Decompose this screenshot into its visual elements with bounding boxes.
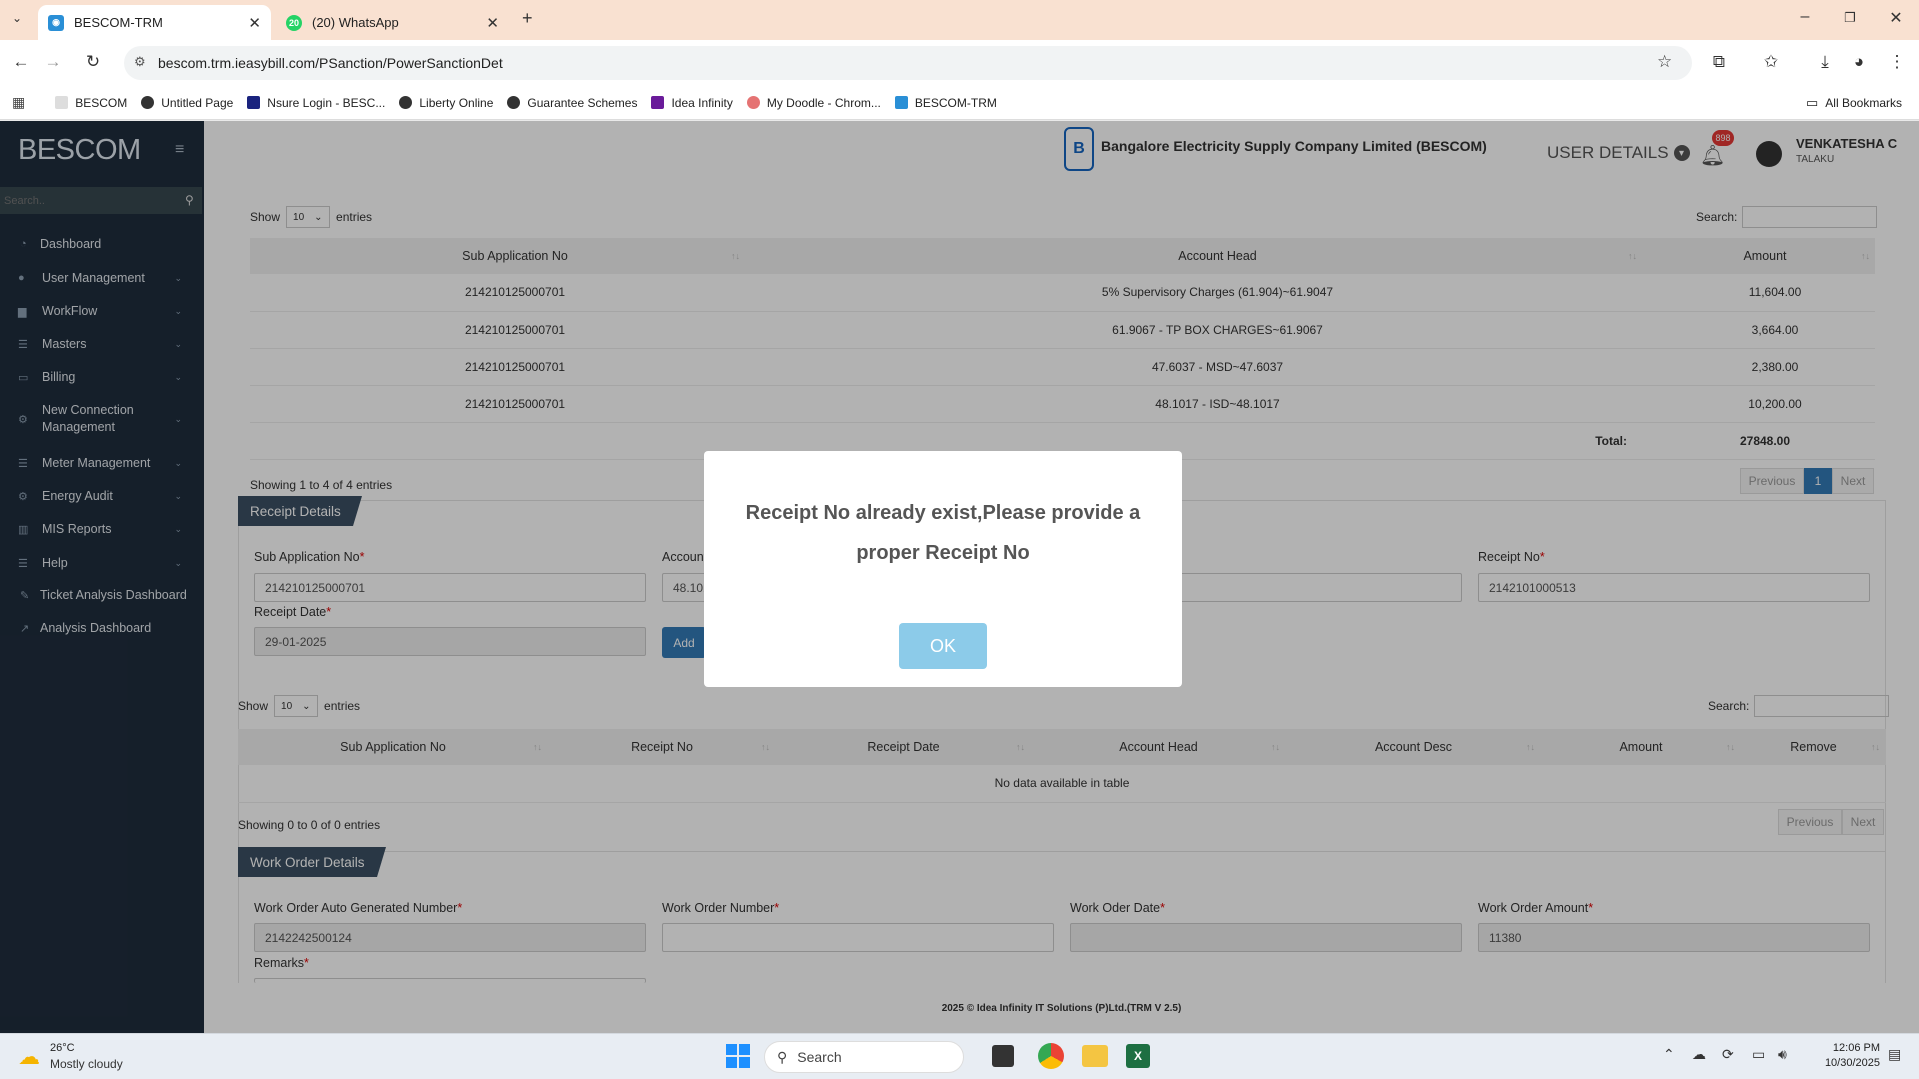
- all-bookmarks[interactable]: ▭ All Bookmarks: [1806, 95, 1902, 111]
- task-view-icon[interactable]: [992, 1045, 1014, 1067]
- network-icon[interactable]: ▭: [1752, 1046, 1765, 1063]
- clock-time: 12:06 PM: [1832, 1042, 1880, 1054]
- globe-icon: [141, 96, 155, 109]
- close-tab-icon[interactable]: ✕: [248, 14, 261, 32]
- close-tab-icon[interactable]: ✕: [486, 14, 499, 32]
- file-explorer-icon[interactable]: [1082, 1045, 1108, 1067]
- nsure-icon: [247, 96, 261, 109]
- globe-icon: [399, 96, 413, 109]
- ok-button[interactable]: OK: [899, 623, 987, 669]
- alert-message: Receipt No already exist,Please provide …: [745, 502, 1141, 564]
- doodle-icon: [746, 96, 760, 109]
- search-icon: ⚲: [777, 1048, 788, 1065]
- alert-dialog: Receipt No already exist,Please provide …: [704, 451, 1182, 687]
- tab-whatsapp[interactable]: 20 (20) WhatsApp ✕: [276, 5, 509, 40]
- bookmark-item[interactable]: My Doodle - Chrom...: [746, 96, 881, 110]
- extensions-icon[interactable]: ⧉: [1708, 52, 1730, 72]
- browser-tab-bar: ⌄ ◉ BESCOM-TRM ✕ 20 (20) WhatsApp ✕ + – …: [0, 0, 1919, 40]
- folder-icon: ▭: [1806, 94, 1819, 110]
- bescom-favicon-icon: ◉: [48, 14, 64, 31]
- whatsapp-favicon-icon: 20: [286, 14, 302, 31]
- idea-infinity-icon: [651, 96, 665, 109]
- weather-desc: Mostly cloudy: [50, 1057, 123, 1071]
- apps-grid-icon[interactable]: ▦: [12, 94, 25, 111]
- onedrive-icon[interactable]: ☁: [1692, 1046, 1706, 1063]
- site-info-icon[interactable]: ⚙: [134, 54, 146, 70]
- menu-icon[interactable]: ⋮: [1886, 52, 1908, 72]
- bookmark-item[interactable]: BESCOM: [55, 96, 127, 110]
- bookmark-item[interactable]: Liberty Online: [399, 96, 493, 110]
- bookmark-item[interactable]: Nsure Login - BESC...: [247, 96, 385, 110]
- bescom-favicon-icon: [894, 96, 908, 109]
- sync-icon[interactable]: ⟳: [1722, 1046, 1734, 1063]
- address-bar[interactable]: ⚙ bescom.trm.ieasybill.com/PSanction/Pow…: [124, 46, 1692, 80]
- browser-toolbar: ← → ↻ ⚙ bescom.trm.ieasybill.com/PSancti…: [0, 40, 1919, 86]
- windows-start-icon[interactable]: [726, 1044, 750, 1068]
- url-text: bescom.trm.ieasybill.com/PSanction/Power…: [158, 55, 503, 71]
- chrome-icon[interactable]: [1038, 1043, 1064, 1069]
- page-icon: [55, 96, 69, 109]
- tab-search-chevron-icon[interactable]: ⌄: [12, 11, 22, 25]
- reload-icon[interactable]: ↻: [82, 52, 104, 72]
- bookmark-star-icon[interactable]: ☆: [1657, 52, 1672, 72]
- weather-icon[interactable]: ☁: [18, 1044, 40, 1070]
- restore-icon[interactable]: ❐: [1838, 10, 1862, 26]
- tab-title: BESCOM-TRM: [74, 15, 163, 30]
- excel-icon[interactable]: X: [1126, 1044, 1150, 1068]
- back-icon[interactable]: ←: [10, 52, 32, 72]
- download-icon[interactable]: ⤓: [1814, 52, 1836, 72]
- weather-temp: 26°C: [50, 1042, 75, 1054]
- clock-date: 10/30/2025: [1824, 1057, 1880, 1069]
- new-tab-icon[interactable]: +: [522, 8, 533, 29]
- bookmarks-star-icon[interactable]: ✩: [1760, 52, 1782, 72]
- bookmark-item[interactable]: BESCOM-TRM: [894, 96, 997, 110]
- forward-icon[interactable]: →: [42, 52, 64, 72]
- minimize-icon[interactable]: –: [1793, 8, 1817, 26]
- taskbar-search[interactable]: ⚲ Search: [764, 1041, 964, 1073]
- bookmarks-bar: ▦ BESCOM Untitled Page Nsure Login - BES…: [0, 86, 1919, 120]
- bookmark-item[interactable]: Idea Infinity: [651, 96, 733, 110]
- bookmark-item[interactable]: Untitled Page: [141, 96, 233, 110]
- tab-bescom-trm[interactable]: ◉ BESCOM-TRM ✕: [38, 5, 271, 40]
- globe-icon: [507, 96, 521, 109]
- tab-title: (20) WhatsApp: [312, 15, 399, 30]
- windows-taskbar: ☁ 26°C Mostly cloudy ⚲ Search X ⌃ ☁ ⟳ ▭ 🔊…: [0, 1033, 1919, 1079]
- profile-icon[interactable]: ◕: [1848, 52, 1870, 72]
- bookmark-item[interactable]: Guarantee Schemes: [507, 96, 637, 110]
- volume-icon[interactable]: 🔊︎: [1778, 1046, 1787, 1063]
- show-hidden-icons-icon[interactable]: ⌃: [1663, 1046, 1675, 1063]
- notifications-icon[interactable]: ▤: [1888, 1046, 1901, 1063]
- window-close-icon[interactable]: ✕: [1884, 8, 1908, 28]
